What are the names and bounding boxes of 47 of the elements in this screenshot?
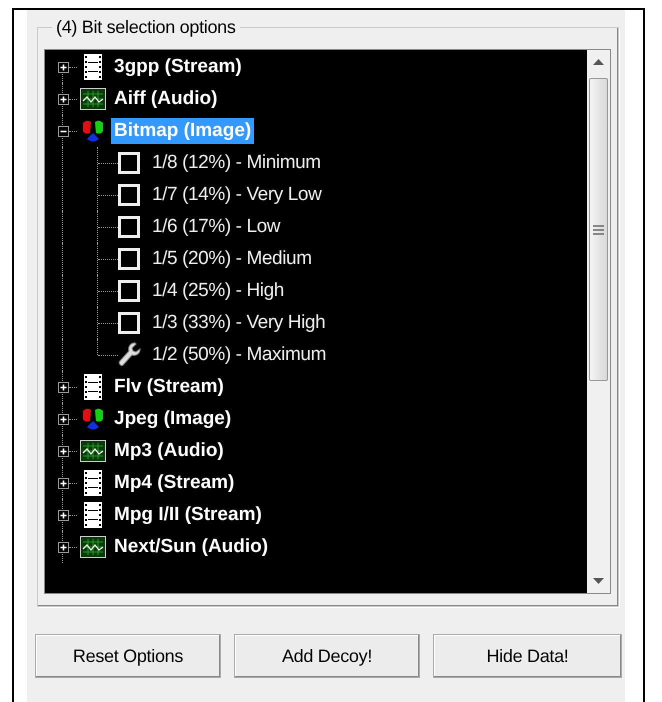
waveform-icon [80, 88, 106, 110]
action-button[interactable]: Hide Data! [433, 634, 622, 678]
option-label[interactable]: 1/4 (25%) - High [152, 278, 284, 304]
color-wheel-icon [81, 119, 105, 143]
tree-item[interactable]: Next/Sun (Audio) [111, 534, 272, 560]
expand-icon[interactable] [58, 510, 69, 520]
expand-icon[interactable] [58, 414, 69, 424]
option-label[interactable]: 1/8 (12%) - Minimum [152, 150, 321, 176]
expand-icon[interactable] [58, 446, 69, 456]
checkbox[interactable] [118, 312, 140, 334]
film-strip-icon [84, 470, 102, 496]
checkbox[interactable] [118, 152, 140, 174]
tree-item[interactable]: Flv (Stream) [111, 374, 227, 400]
action-button[interactable]: Reset Options [35, 634, 221, 678]
checkbox[interactable] [118, 248, 140, 270]
wrench-icon [118, 342, 142, 368]
collapse-icon[interactable] [58, 126, 69, 136]
tree-item[interactable]: Mp3 (Audio) [111, 438, 227, 464]
film-strip-icon [84, 374, 102, 400]
film-strip-icon [84, 502, 102, 528]
option-label[interactable]: 1/7 (14%) - Very Low [152, 182, 322, 208]
checkbox[interactable] [118, 216, 140, 238]
option-label[interactable]: 1/6 (17%) - Low [152, 214, 280, 240]
checkbox[interactable] [118, 280, 140, 302]
expand-icon[interactable] [58, 382, 69, 392]
tree-item[interactable]: 3gpp (Stream) [111, 54, 245, 80]
waveform-icon [80, 440, 106, 462]
option-label[interactable]: 1/3 (33%) - Very High [152, 310, 326, 336]
option-label[interactable]: 1/5 (20%) - Medium [152, 246, 312, 272]
action-button[interactable]: Add Decoy! [234, 634, 420, 678]
expand-icon[interactable] [58, 94, 69, 104]
scroll-down-icon[interactable] [593, 578, 604, 584]
film-strip-icon [84, 54, 102, 80]
scroll-up-icon[interactable] [593, 59, 604, 65]
tree-item[interactable]: Jpeg (Image) [111, 406, 234, 432]
scroll-thumb[interactable] [589, 78, 608, 381]
checkbox[interactable] [118, 184, 140, 206]
expand-icon[interactable] [58, 542, 69, 552]
tree-item[interactable]: Aiff (Audio) [111, 86, 220, 112]
option-label[interactable]: 1/2 (50%) - Maximum [152, 342, 326, 368]
grip-icon [593, 224, 604, 234]
color-wheel-icon [81, 407, 105, 431]
tree-item[interactable]: Mpg I/II (Stream) [111, 502, 265, 528]
tree-item[interactable]: Mp4 (Stream) [111, 470, 238, 496]
waveform-icon [80, 536, 106, 558]
expand-icon[interactable] [58, 62, 69, 72]
expand-icon[interactable] [58, 478, 69, 488]
